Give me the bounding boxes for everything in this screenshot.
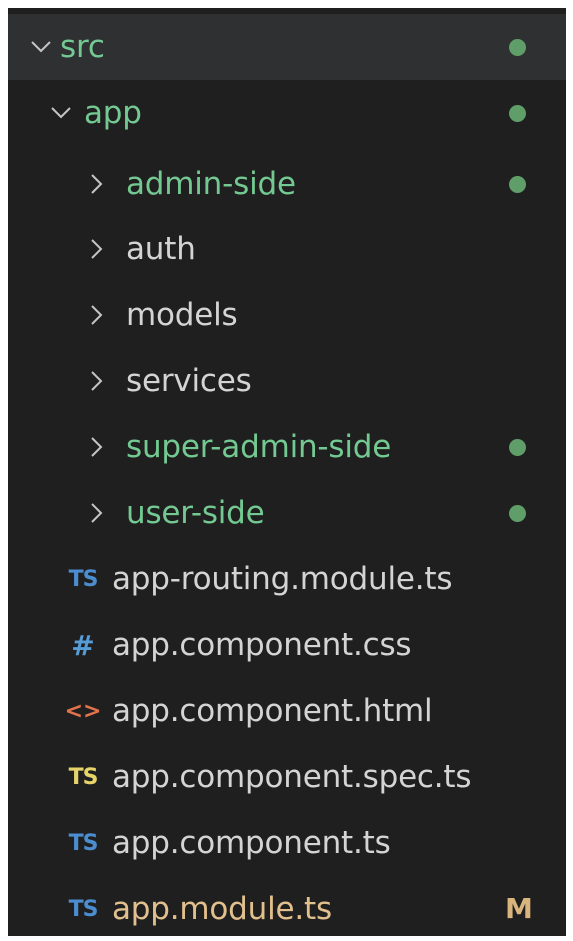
typescript-icon: TS	[68, 830, 99, 856]
file-label: app.component.ts	[112, 824, 391, 861]
folder-label: models	[126, 296, 238, 333]
untracked-status-dot	[509, 505, 526, 522]
tree-folder-auth[interactable]: auth	[8, 216, 566, 282]
tree-file-app-component-ts[interactable]: TS app.component.ts	[8, 810, 566, 876]
folder-label: user-side	[126, 494, 265, 531]
folder-label: super-admin-side	[126, 428, 392, 465]
untracked-status-dot	[509, 105, 526, 122]
untracked-status-dot	[509, 439, 526, 456]
untracked-status-dot	[509, 176, 526, 193]
file-label: app.component.css	[112, 626, 412, 663]
tree-file-app-component-spec[interactable]: TS app.component.spec.ts	[8, 744, 566, 810]
folder-label: admin-side	[126, 165, 296, 202]
file-explorer: src app admin-side auth models services	[8, 8, 566, 936]
tree-folder-super-admin-side[interactable]: super-admin-side	[8, 414, 566, 480]
folder-label: auth	[126, 230, 196, 267]
file-label: app.component.html	[112, 692, 433, 729]
tree-file-app-component-css[interactable]: # app.component.css	[8, 612, 566, 678]
tree-folder-user-side[interactable]: user-side	[8, 480, 566, 546]
tree-file-app-module[interactable]: TS app.module.ts M	[8, 876, 566, 936]
tree-folder-services[interactable]: services	[8, 348, 566, 414]
tree-folder-src[interactable]: src	[8, 14, 566, 80]
typescript-icon: TS	[68, 566, 99, 592]
tree-folder-app[interactable]: app	[8, 80, 566, 146]
typescript-icon: TS	[68, 896, 99, 922]
chevron-down-icon[interactable]	[30, 36, 52, 58]
tree-folder-models[interactable]: models	[8, 282, 566, 348]
typescript-test-icon: TS	[68, 764, 99, 790]
untracked-status-dot	[509, 39, 526, 56]
chevron-down-icon[interactable]	[50, 102, 72, 124]
folder-label: services	[126, 362, 252, 399]
chevron-right-icon[interactable]	[86, 370, 108, 392]
file-label: app-routing.module.ts	[112, 560, 453, 597]
chevron-right-icon[interactable]	[86, 436, 108, 458]
chevron-right-icon[interactable]	[86, 238, 108, 260]
chevron-right-icon[interactable]	[86, 502, 108, 524]
file-label: app.module.ts	[112, 890, 332, 927]
modified-badge: M	[505, 892, 533, 925]
file-label: app.component.spec.ts	[112, 758, 472, 795]
tree-file-app-component-html[interactable]: <> app.component.html	[8, 678, 566, 744]
chevron-right-icon[interactable]	[86, 304, 108, 326]
chevron-right-icon[interactable]	[86, 173, 108, 195]
tree-file-app-routing-module[interactable]: TS app-routing.module.ts	[8, 546, 566, 612]
css-icon: #	[71, 628, 95, 662]
tree-folder-admin-side[interactable]: admin-side	[8, 151, 566, 217]
html-icon: <>	[64, 698, 102, 724]
folder-label: app	[84, 94, 142, 131]
folder-label: src	[60, 28, 105, 65]
